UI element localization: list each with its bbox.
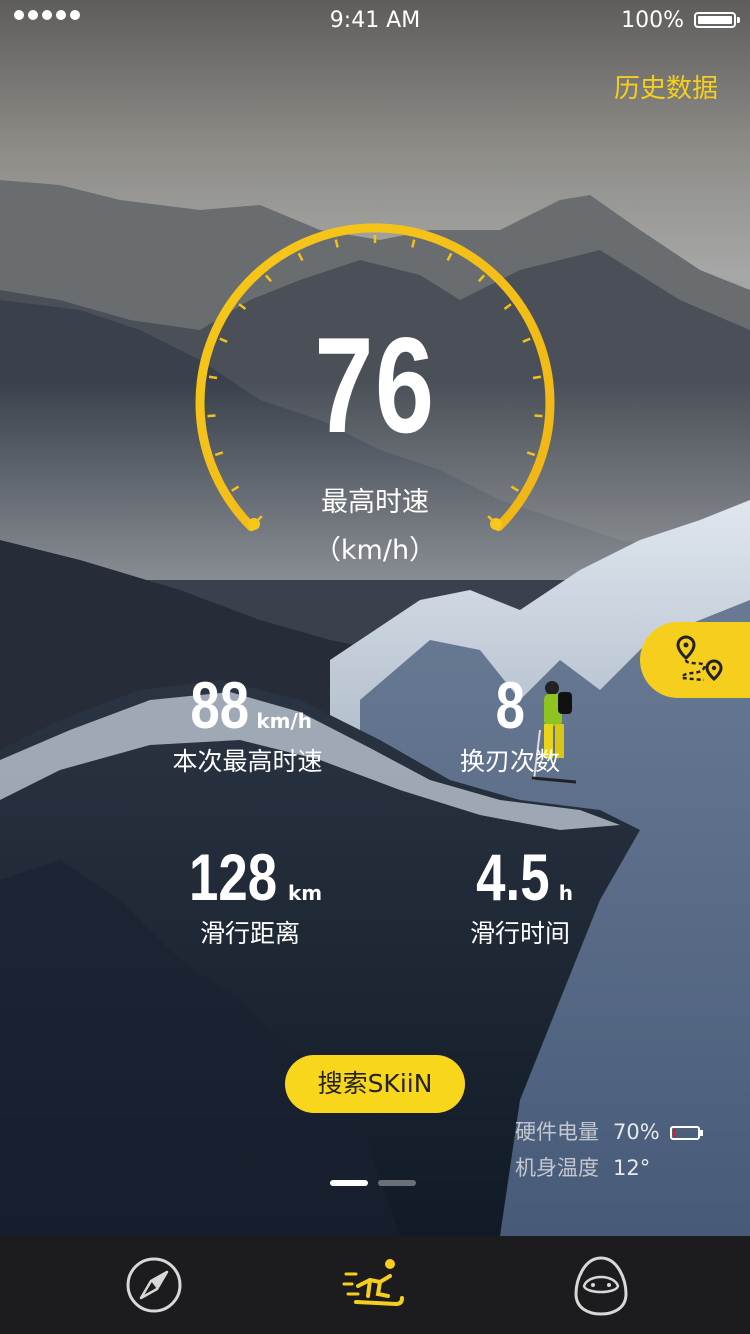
gauge-tick: [334, 239, 339, 248]
tab-explore[interactable]: [119, 1250, 189, 1320]
skiing-icon: [342, 1259, 404, 1307]
stat-edge-changes: 8 换刃次数: [440, 670, 580, 778]
stat-unit: h: [558, 881, 573, 905]
history-data-link[interactable]: 历史数据: [614, 68, 718, 105]
stat-value: 8: [495, 668, 525, 742]
stat-unit: km: [287, 881, 323, 905]
page-indicator: [330, 1180, 416, 1186]
page-dot-1[interactable]: [330, 1180, 368, 1186]
max-speed-label: 最高时速: [321, 487, 429, 518]
max-speed-unit: （km/h）: [313, 535, 437, 566]
gauge-tick: [264, 274, 273, 283]
gauge-tick: [477, 274, 486, 283]
battery-icon: [694, 12, 740, 28]
page-dot-2[interactable]: [378, 1180, 416, 1186]
stat-label: 换刃次数: [459, 747, 560, 776]
hardware-battery-value: 70%: [613, 1120, 660, 1144]
egg-face-icon: [574, 1256, 628, 1316]
hardware-temp-row: 机身温度 12°: [515, 1152, 650, 1182]
stat-label: 本次最高时速: [172, 747, 323, 776]
stat-label: 滑行距离: [199, 919, 300, 948]
hardware-temp-label: 机身温度: [515, 1156, 599, 1180]
bottom-tab-bar: [0, 1236, 750, 1334]
stat-session-max-speed: 88 km/h 本次最高时速: [150, 670, 345, 778]
gauge-tick: [411, 239, 416, 248]
stat-value: 88: [190, 668, 250, 742]
route-map-button[interactable]: [640, 622, 750, 698]
stat-duration: 4.5 h 滑行时间: [430, 842, 610, 950]
stat-label: 滑行时间: [469, 919, 570, 948]
tab-profile[interactable]: [566, 1250, 636, 1320]
hardware-temp-value: 12°: [613, 1156, 651, 1180]
battery-percentage: 100%: [621, 8, 684, 33]
tab-skiing[interactable]: [340, 1250, 410, 1320]
compass-icon: [126, 1257, 182, 1313]
gauge-tick: [297, 252, 304, 262]
gauge-tick: [503, 303, 512, 310]
route-map-icon: [676, 635, 723, 682]
gauge-tick: [238, 303, 247, 310]
stat-unit: km/h: [256, 709, 313, 733]
stat-value: 128: [188, 840, 277, 914]
hardware-battery-label: 硬件电量: [515, 1120, 599, 1144]
search-device-button[interactable]: 搜索SKiiN: [285, 1055, 465, 1113]
gauge-tick: [446, 252, 453, 262]
hardware-battery-row: 硬件电量 70%: [515, 1116, 703, 1146]
status-bar: 9:41 AM 100%: [0, 0, 750, 40]
stat-value: 4.5: [476, 840, 550, 914]
max-speed-value: 76: [314, 309, 436, 461]
background-mountain-photo: [0, 0, 750, 1236]
low-battery-icon: [669, 1126, 703, 1140]
stat-distance: 128 km 滑行距离: [150, 842, 350, 950]
